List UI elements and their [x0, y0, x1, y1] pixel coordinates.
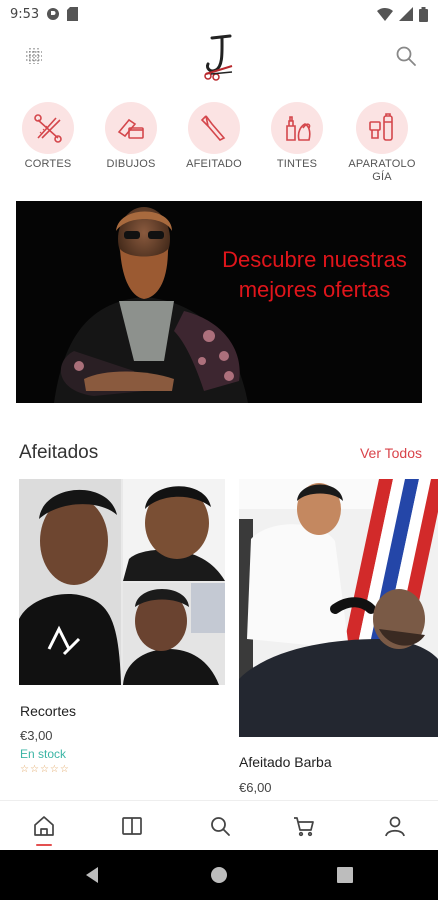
- category-row: CORTES DIBUJOS AFEITADO TINTES APARATOLO…: [0, 98, 438, 190]
- scissors-comb-icon: [34, 114, 62, 143]
- home-icon[interactable]: [32, 814, 56, 838]
- view-all-link[interactable]: Ver Todos: [360, 445, 422, 461]
- notification-app-icon: [47, 8, 60, 20]
- category-label: APARATOLO GÍA: [342, 158, 422, 184]
- banner-line: mejores ofertas: [238, 277, 391, 302]
- product-name[interactable]: Recortes: [20, 703, 76, 719]
- category-afeitado[interactable]: AFEITADO: [174, 98, 254, 171]
- category-label-line: APARATOLO: [348, 158, 416, 170]
- wifi-icon: [377, 8, 393, 21]
- section-title: Afeitados: [19, 442, 99, 463]
- app-bar: [0, 28, 438, 86]
- category-label: AFEITADO: [186, 158, 242, 170]
- battery-icon: [419, 6, 428, 22]
- razor-cream-icon: [117, 118, 144, 139]
- status-time: 9:53: [10, 6, 40, 22]
- category-label: DIBUJOS: [106, 158, 156, 170]
- star-icon: ☆: [49, 764, 60, 775]
- category-circle: [356, 102, 408, 154]
- product-photo: [239, 479, 438, 737]
- grid-menu-icon[interactable]: [22, 44, 46, 68]
- category-tintes[interactable]: TINTES: [257, 98, 337, 171]
- stock-status: En stock: [20, 747, 67, 761]
- star-icon: ☆: [39, 764, 50, 775]
- back-icon[interactable]: [83, 866, 101, 884]
- search-icon[interactable]: [394, 44, 418, 68]
- search-icon[interactable]: [208, 814, 232, 838]
- category-circle: [188, 102, 240, 154]
- book-icon[interactable]: [120, 814, 144, 838]
- star-icon: ☆: [59, 764, 70, 775]
- category-circle: [271, 102, 323, 154]
- home-circle-icon[interactable]: [210, 866, 228, 884]
- recents-icon[interactable]: [337, 867, 353, 883]
- active-tab-indicator: [36, 844, 52, 846]
- product-price: €3,00: [20, 728, 53, 743]
- star-icon: ☆: [29, 764, 40, 775]
- product-price: €6,00: [239, 780, 272, 795]
- category-circle: [22, 102, 74, 154]
- product-name[interactable]: Afeitado Barba: [239, 754, 332, 770]
- dye-bottle-icon: [286, 116, 311, 141]
- sd-card-icon: [67, 7, 79, 21]
- star-icon: ☆: [20, 764, 30, 775]
- brand-logo: [204, 34, 233, 81]
- clipper-devices-icon: [369, 113, 393, 141]
- category-dibujos[interactable]: DIBUJOS: [91, 98, 171, 171]
- category-circle: [105, 102, 157, 154]
- product-photo-collage: [19, 479, 225, 685]
- category-label-line: GÍA: [372, 171, 392, 183]
- category-aparatologia[interactable]: APARATOLO GÍA: [342, 98, 422, 184]
- product-image[interactable]: [239, 479, 438, 737]
- promo-banner[interactable]: Descubre nuestras mejores ofertas: [16, 201, 422, 403]
- product-image[interactable]: [19, 479, 225, 685]
- user-icon[interactable]: [383, 814, 407, 838]
- straight-razor-icon: [200, 115, 226, 141]
- category-cortes[interactable]: CORTES: [8, 98, 88, 171]
- cart-icon[interactable]: [292, 814, 316, 838]
- rating-stars: ☆☆☆☆☆: [20, 764, 70, 775]
- category-label: TINTES: [276, 158, 318, 170]
- system-nav-bar: [0, 850, 438, 900]
- banner-headline: Descubre nuestras mejores ofertas: [212, 245, 417, 305]
- status-bar: 9:53: [0, 0, 438, 28]
- signal-icon: [399, 7, 413, 21]
- bottom-nav: [0, 800, 438, 850]
- banner-line: Descubre nuestras: [222, 247, 407, 272]
- category-label: CORTES: [24, 158, 72, 170]
